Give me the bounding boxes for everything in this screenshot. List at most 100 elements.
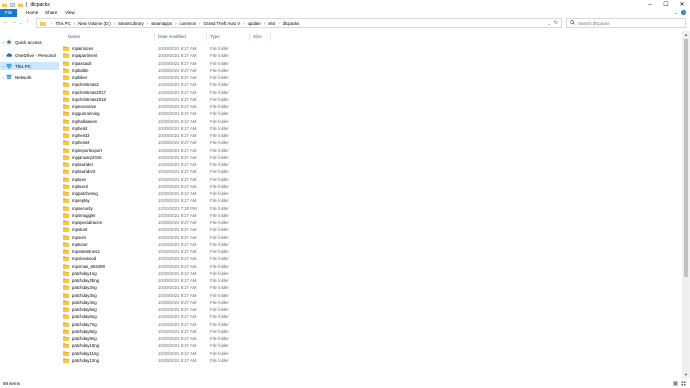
- file-row[interactable]: patchday8ng 10/29/2021 9:27 AM File folder: [62, 328, 322, 335]
- file-row[interactable]: patchday10ng 10/29/2021 9:27 AM File folde…: [62, 342, 322, 349]
- column-header-size[interactable]: Size: [253, 34, 262, 39]
- file-row[interactable]: mpsmuggler 10/29/2021 9:27 AM File folder: [62, 212, 322, 219]
- column-divider[interactable]: [249, 33, 250, 41]
- refresh-icon[interactable]: ↻: [554, 20, 558, 26]
- file-row[interactable]: mpjanuary2016 10/29/2021 9:27 AM File fold…: [62, 154, 322, 161]
- file-row[interactable]: mpapartment 10/29/2021 9:27 AM File folder: [62, 52, 322, 59]
- nav-item-quick-access[interactable]: › Quick access: [0, 38, 59, 46]
- recent-locations-chevron-icon[interactable]: ⌄: [19, 18, 22, 27]
- file-row[interactable]: mpvalentines2 10/29/2021 9:27 AM File fold…: [62, 248, 322, 255]
- file-row[interactable]: patchday9ng 10/29/2021 9:27 AM File folder: [62, 335, 322, 342]
- file-row[interactable]: patchday3ng 10/29/2021 9:27 AM File folder: [62, 292, 322, 299]
- properties-icon[interactable]: [10, 2, 15, 7]
- scrollbar-thumb[interactable]: [684, 39, 688, 277]
- column-divider[interactable]: [206, 33, 207, 41]
- back-arrow-icon[interactable]: ←: [3, 18, 9, 27]
- breadcrumb-separator[interactable]: ›: [144, 21, 151, 26]
- file-row[interactable]: mplowrider2 10/29/2021 9:27 AM File folder: [62, 168, 322, 175]
- breadcrumb-separator[interactable]: ›: [111, 21, 118, 26]
- file-row[interactable]: mpgunrunning 10/29/2021 9:27 AM File folde…: [62, 110, 322, 117]
- file-row[interactable]: mpbiker 10/29/2021 9:27 AM File folder: [62, 74, 322, 81]
- breadcrumb-dlcpacks[interactable]: dlcpacks: [283, 21, 300, 26]
- address-bar[interactable]: › This PC › New Volume (D:) › SteamLibra…: [36, 18, 562, 28]
- file-row[interactable]: mpluxe2 10/29/2021 9:27 AM File folder: [62, 183, 322, 190]
- file-row[interactable]: mpreplay 10/29/2021 9:27 AM File folder: [62, 197, 322, 204]
- file-row[interactable]: mptuner 10/29/2021 9:27 AM File folder: [62, 241, 322, 248]
- minimize-button[interactable]: –: [642, 0, 658, 9]
- file-row[interactable]: mpspecialraces 10/29/2021 9:27 AM File fol…: [62, 219, 322, 226]
- breadcrumb-separator[interactable]: ›: [196, 21, 203, 26]
- breadcrumb-separator[interactable]: ›: [172, 21, 179, 26]
- file-row[interactable]: mpairraces 10/29/2021 9:27 AM File folder: [62, 45, 322, 52]
- breadcrumb-x64[interactable]: x64: [268, 21, 275, 26]
- details-view-icon[interactable]: [673, 381, 678, 386]
- large-icons-view-icon[interactable]: [681, 381, 686, 386]
- file-row[interactable]: mpxmas_604490 10/29/2021 9:27 AM File fold…: [62, 263, 322, 270]
- search-input[interactable]: [567, 19, 678, 27]
- file-row[interactable]: mpbattle 10/29/2021 9:27 AM File folder: [62, 67, 322, 74]
- file-row[interactable]: mpchristmas2017 10/29/2021 9:27 AM File fo…: [62, 89, 322, 96]
- column-header-type[interactable]: Type: [210, 34, 220, 39]
- file-row[interactable]: mpsecurity 12/24/2021 7:30 PM File folder: [62, 205, 322, 212]
- tab-view[interactable]: View: [63, 9, 77, 17]
- breadcrumb-new-volume[interactable]: New Volume (D:): [78, 21, 110, 26]
- file-row[interactable]: mpchristmas2018 10/29/2021 9:27 AM File fo…: [62, 96, 322, 103]
- file-row[interactable]: patchday5ng 10/29/2021 9:27 AM File folder: [62, 306, 322, 313]
- file-name: mpheist: [72, 125, 88, 131]
- file-row[interactable]: mpluxe 10/29/2021 9:27 AM File folder: [62, 176, 322, 183]
- file-row[interactable]: mpheist4 10/29/2021 9:27 AM File folder: [62, 139, 322, 146]
- breadcrumb-this-pc[interactable]: This PC: [55, 21, 70, 26]
- ribbon-expand-chevron-icon[interactable]: ⌄: [674, 9, 678, 17]
- close-button[interactable]: ✕: [674, 0, 690, 9]
- file-row[interactable]: patchday2ng 10/29/2021 9:27 AM File folder: [62, 284, 322, 291]
- breadcrumb-separator[interactable]: ›: [71, 21, 78, 26]
- scroll-up-arrow-icon[interactable]: ▲: [682, 31, 690, 38]
- breadcrumb-common[interactable]: common: [180, 21, 196, 26]
- forward-arrow-icon[interactable]: →: [11, 18, 17, 27]
- vertical-scrollbar[interactable]: ▲ ▼: [682, 31, 690, 378]
- file-row[interactable]: patchday2bng 10/29/2021 9:27 AM File folde…: [62, 277, 322, 284]
- breadcrumb-separator[interactable]: ›: [261, 21, 268, 26]
- breadcrumb-steamlibrary[interactable]: SteamLibrary: [118, 21, 144, 26]
- file-row[interactable]: patchday7ng 10/29/2021 9:27 AM File folder: [62, 321, 322, 328]
- file-row[interactable]: patchday1ng 10/29/2021 9:27 AM File folder: [62, 270, 322, 277]
- file-row[interactable]: patchday11ng 10/29/2021 9:27 AM File folde…: [62, 350, 322, 357]
- breadcrumb-update[interactable]: update: [248, 21, 261, 26]
- file-row[interactable]: mpexecutive 10/29/2021 9:27 AM File folder: [62, 103, 322, 110]
- column-divider[interactable]: [270, 33, 271, 41]
- new-folder-icon[interactable]: [18, 3, 23, 7]
- tab-file[interactable]: File: [0, 9, 17, 17]
- address-dropdown-chevron-icon[interactable]: ⌄: [547, 21, 550, 26]
- up-arrow-icon[interactable]: ↑: [26, 18, 29, 27]
- breadcrumb-gta-v[interactable]: Grand Theft Auto V: [203, 21, 240, 26]
- file-row[interactable]: patchday4ng 10/29/2021 9:27 AM File folder: [62, 299, 322, 306]
- breadcrumb-separator[interactable]: ›: [275, 21, 282, 26]
- file-row[interactable]: mphalloween 10/29/2021 9:27 AM File folder: [62, 118, 322, 125]
- search-box[interactable]: [566, 18, 686, 28]
- file-row[interactable]: mpheist3 10/29/2021 9:27 AM File folder: [62, 132, 322, 139]
- column-divider[interactable]: [154, 33, 155, 41]
- breadcrumb-steamapps[interactable]: steamapps: [151, 21, 172, 26]
- file-row[interactable]: mpchristmas2 10/29/2021 9:27 AM File folde…: [62, 81, 322, 88]
- tab-share[interactable]: Share: [43, 9, 59, 17]
- nav-item-this-pc[interactable]: › This PC: [0, 62, 59, 70]
- column-header-name[interactable]: Name: [68, 34, 80, 39]
- tab-home[interactable]: Home: [24, 9, 40, 17]
- nav-item-network[interactable]: › Network: [0, 73, 59, 81]
- file-row[interactable]: patchday12ng 10/29/2021 9:27 AM File folde…: [62, 357, 322, 364]
- file-row[interactable]: mpheist 10/29/2021 9:27 AM File folder: [62, 125, 322, 132]
- file-row[interactable]: mpassault 10/29/2021 9:27 AM File folder: [62, 60, 322, 67]
- file-row[interactable]: patchday6ng 10/29/2021 9:27 AM File folder: [62, 313, 322, 320]
- file-row[interactable]: mpimportexport 10/29/2021 9:27 AM File fol…: [62, 147, 322, 154]
- file-row[interactable]: mpvinewood 10/29/2021 9:27 AM File folder: [62, 255, 322, 262]
- breadcrumb-separator[interactable]: ›: [240, 21, 247, 26]
- maximize-button[interactable]: ☐: [658, 0, 674, 9]
- file-row[interactable]: mplowrider 10/29/2021 9:27 AM File folder: [62, 161, 322, 168]
- file-row[interactable]: mpstunt 10/29/2021 9:27 AM File folder: [62, 226, 322, 233]
- file-row[interactable]: mpsum 10/29/2021 9:27 AM File folder: [62, 234, 322, 241]
- scroll-down-arrow-icon[interactable]: ▼: [682, 371, 690, 378]
- help-icon[interactable]: ?: [681, 10, 686, 15]
- column-header-date-modified[interactable]: Date modified: [158, 34, 186, 39]
- nav-item-onedrive[interactable]: › OneDrive - Personal: [0, 51, 59, 59]
- file-row[interactable]: mppatchesng 10/29/2021 9:27 AM File folder: [62, 190, 322, 197]
